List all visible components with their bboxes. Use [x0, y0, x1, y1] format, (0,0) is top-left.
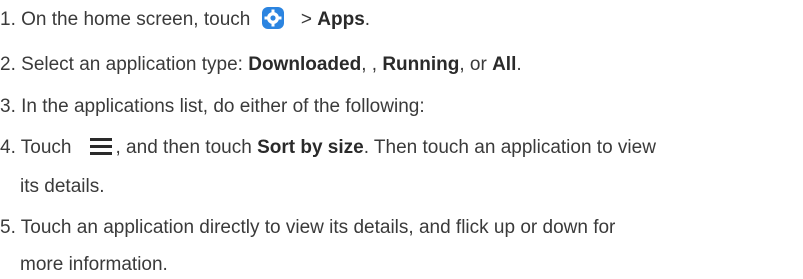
step-bold: All: [492, 54, 517, 75]
step-4-continuation: its details.: [20, 176, 105, 197]
step-bold: Running: [382, 54, 460, 75]
step-number: 1.: [0, 9, 16, 30]
step-text: . Then touch an application to view: [363, 137, 656, 158]
step-text: , ,: [361, 54, 383, 75]
step-text: Select an application type:: [21, 54, 249, 75]
step-text: In the applications list, do either of t…: [21, 96, 425, 117]
step-text: On the home screen, touch: [21, 9, 251, 30]
step-bold: Apps: [317, 9, 365, 30]
step-text: , or: [459, 54, 493, 75]
step-4: 4. Touch , and then touch Sort by size. T…: [0, 134, 656, 162]
step-text: Touch: [20, 137, 72, 158]
step-text: >: [300, 9, 318, 30]
settings-icon: [261, 7, 284, 29]
step-1: 1. On the home screen, touch > Apps.: [0, 6, 370, 34]
step-5: 5. Touch an application directly to view…: [0, 214, 615, 242]
step-text: , and then touch: [115, 137, 258, 158]
step-number: 5.: [0, 217, 16, 238]
step-3: 3. In the applications list, do either o…: [0, 93, 425, 121]
step-bold: Sort by size: [257, 137, 364, 158]
step-number: 4.: [0, 137, 16, 158]
step-text: .: [364, 9, 371, 30]
step-text: Touch an application directly to view it…: [20, 217, 616, 238]
step-2: 2. Select an application type: Downloade…: [0, 51, 522, 79]
instruction-list: 1. On the home screen, touch > Apps. 2. …: [0, 0, 803, 279]
step-number: 3.: [0, 96, 16, 117]
step-5-continuation: more information.: [20, 254, 168, 275]
step-bold: Downloaded: [248, 54, 362, 75]
step-text: .: [516, 54, 522, 75]
step-number: 2.: [0, 54, 16, 75]
menu-icon: [89, 138, 112, 155]
